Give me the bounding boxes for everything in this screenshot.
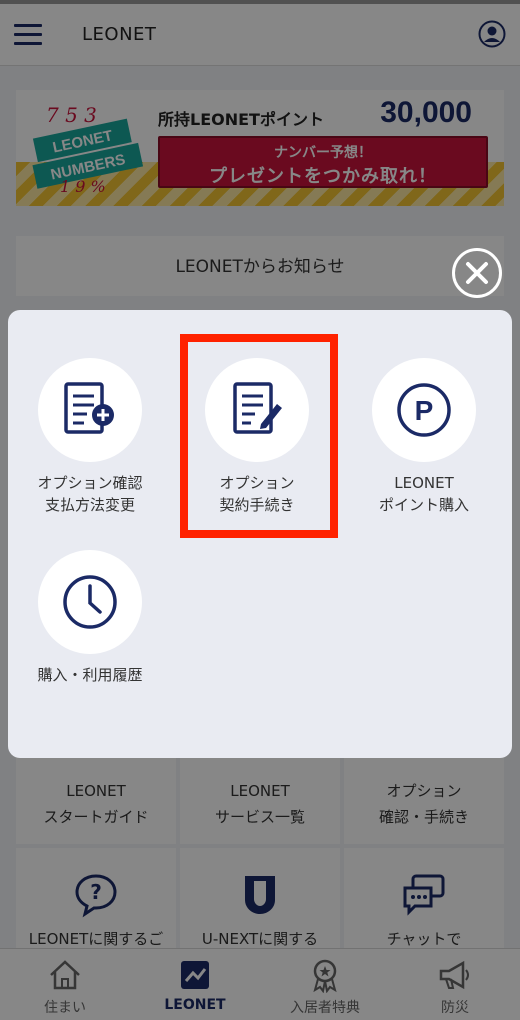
item-label: オプション確認 支払方法変更 bbox=[37, 474, 143, 514]
close-icon bbox=[466, 262, 488, 284]
purchase-usage-history-item[interactable]: 購入・利用履歴 bbox=[15, 550, 165, 686]
item-label: 購入・利用履歴 bbox=[37, 666, 143, 684]
item-label: LEONET ポイント購入 bbox=[378, 474, 469, 514]
highlight-frame bbox=[180, 334, 338, 538]
clock-icon bbox=[63, 575, 117, 629]
p-circle-icon: P bbox=[397, 383, 451, 437]
leonet-point-purchase-item[interactable]: P LEONET ポイント購入 bbox=[349, 358, 499, 516]
icon-circle: P bbox=[372, 358, 476, 462]
document-plus-icon bbox=[64, 382, 114, 434]
close-modal-button[interactable] bbox=[452, 248, 502, 298]
option-check-payment-item[interactable]: オプション確認 支払方法変更 bbox=[15, 358, 165, 516]
svg-text:P: P bbox=[415, 395, 434, 426]
icon-circle bbox=[38, 358, 142, 462]
icon-circle bbox=[38, 550, 142, 654]
